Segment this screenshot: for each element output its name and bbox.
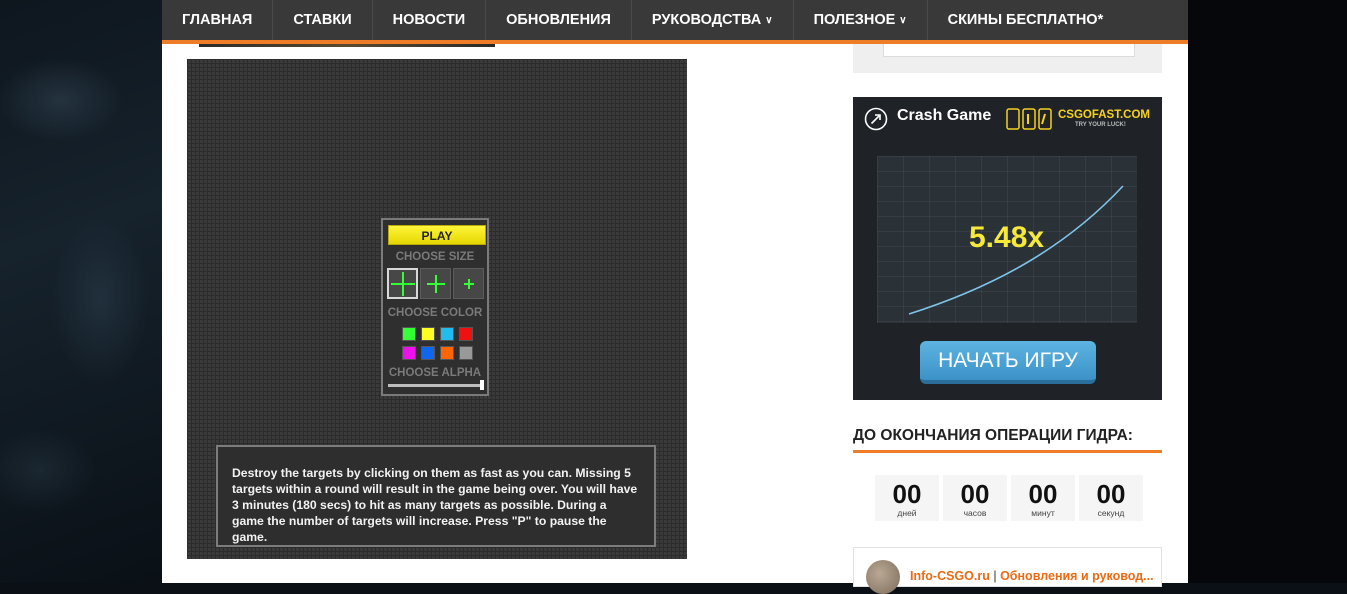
color-swatch[interactable]	[459, 346, 473, 360]
widget-site-name: Info-CSGO.ru	[910, 569, 990, 583]
color-swatch[interactable]	[421, 327, 435, 341]
ad-brand-tagline: TRY YOUR LUCK!	[1075, 122, 1126, 128]
countdown-days: 00 дней	[875, 475, 939, 521]
countdown-unit: часов	[963, 508, 987, 518]
countdown-hours: 00 часов	[943, 475, 1007, 521]
countdown-value: 00	[892, 479, 922, 509]
crosshair-medium-icon	[426, 274, 445, 293]
alpha-slider-handle[interactable]	[480, 380, 484, 390]
arrow-circle-icon	[864, 107, 888, 131]
countdown-value: 00	[1028, 479, 1058, 509]
brand-logo-icon	[1006, 108, 1052, 130]
crosshair-large-icon	[390, 271, 415, 296]
countdown-value: 00	[1096, 479, 1126, 509]
nav-label: НОВОСТИ	[392, 12, 466, 28]
game-instructions: Destroy the targets by clicking on them …	[216, 445, 656, 547]
size-small-button[interactable]	[453, 268, 484, 299]
play-button[interactable]: PLAY	[388, 225, 486, 245]
page-background-left	[0, 0, 162, 583]
color-swatch[interactable]	[440, 327, 454, 341]
widget-separator: |	[989, 569, 1001, 583]
nav-item-guides[interactable]: РУКОВОДСТВА ∨	[632, 0, 794, 40]
countdown-unit: минут	[1031, 508, 1055, 518]
crash-game-ad[interactable]: Crash Game CSGOFAST.COM TRY YOUR LUCK! 5…	[853, 97, 1162, 400]
countdown-divider	[853, 450, 1162, 453]
widget-title[interactable]: Info-CSGO.ru | Обновления и руковод...	[910, 569, 1154, 583]
nav-item-home[interactable]: ГЛАВНАЯ	[162, 0, 274, 40]
nav-item-free-skins[interactable]: СКИНЫ БЕСПЛАТНО*	[928, 0, 1124, 40]
countdown-unit: дней	[897, 508, 917, 518]
color-swatch[interactable]	[440, 346, 454, 360]
countdown-seconds: 00 секунд	[1079, 475, 1143, 521]
color-swatch[interactable]	[459, 327, 473, 341]
crosshair-small-icon	[463, 278, 474, 289]
widget-description: Обновления и руковод...	[1000, 569, 1154, 583]
nav-item-news[interactable]: НОВОСТИ	[373, 0, 487, 40]
start-game-button[interactable]: НАЧАТЬ ИГРУ	[920, 341, 1096, 384]
countdown-value: 00	[960, 479, 990, 509]
nav-label: ПОЛЕЗНОЕ	[813, 12, 896, 28]
nav-label: СКИНЫ БЕСПЛАТНО*	[947, 12, 1104, 28]
main-nav: ГЛАВНАЯ СТАВКИ НОВОСТИ ОБНОВЛЕНИЯ РУКОВО…	[162, 0, 1188, 44]
nav-item-updates[interactable]: ОБНОВЛЕНИЯ	[486, 0, 632, 40]
ad-title: Crash Game	[897, 107, 992, 124]
color-swatch[interactable]	[421, 346, 435, 360]
aim-game-canvas[interactable]: PLAY CHOOSE SIZE CHOOSE COLOR CHOOSE ALP…	[187, 59, 687, 559]
nav-label: РУКОВОДСТВА	[651, 12, 762, 28]
size-large-button[interactable]	[387, 268, 418, 299]
avatar	[866, 560, 900, 594]
social-widget[interactable]: Info-CSGO.ru | Обновления и руковод...	[853, 547, 1162, 594]
nav-item-useful[interactable]: ПОЛЕЗНОЕ ∨	[794, 0, 928, 40]
countdown-minutes: 00 минут	[1011, 475, 1075, 521]
sidebar-search-box	[853, 44, 1162, 73]
choose-alpha-label: CHOOSE ALPHA	[388, 367, 482, 379]
nav-label: ОБНОВЛЕНИЯ	[506, 12, 611, 28]
ad-header: Crash Game CSGOFAST.COM TRY YOUR LUCK!	[853, 97, 1162, 141]
chevron-down-icon: ∨	[899, 14, 907, 26]
chevron-down-icon: ∨	[765, 14, 773, 26]
search-input[interactable]	[883, 44, 1135, 57]
alpha-slider[interactable]	[388, 384, 484, 387]
ad-brand: CSGOFAST.COM	[1058, 109, 1151, 121]
color-swatch[interactable]	[402, 346, 416, 360]
game-menu-panel: PLAY CHOOSE SIZE CHOOSE COLOR CHOOSE ALP…	[381, 218, 489, 396]
nav-label: ГЛАВНАЯ	[182, 12, 253, 28]
page-background-right	[1188, 0, 1347, 583]
ad-multiplier: 5.48x	[969, 221, 1045, 254]
nav-label: СТАВКИ	[293, 12, 352, 28]
countdown-unit: секунд	[1097, 508, 1125, 518]
nav-item-bets[interactable]: СТАВКИ	[273, 0, 373, 40]
color-swatch[interactable]	[402, 327, 416, 341]
choose-size-label: CHOOSE SIZE	[395, 251, 475, 263]
countdown-title: ДО ОКОНЧАНИЯ ОПЕРАЦИИ ГИДРА:	[853, 427, 1133, 444]
size-medium-button[interactable]	[420, 268, 451, 299]
choose-color-label: CHOOSE COLOR	[387, 307, 483, 319]
